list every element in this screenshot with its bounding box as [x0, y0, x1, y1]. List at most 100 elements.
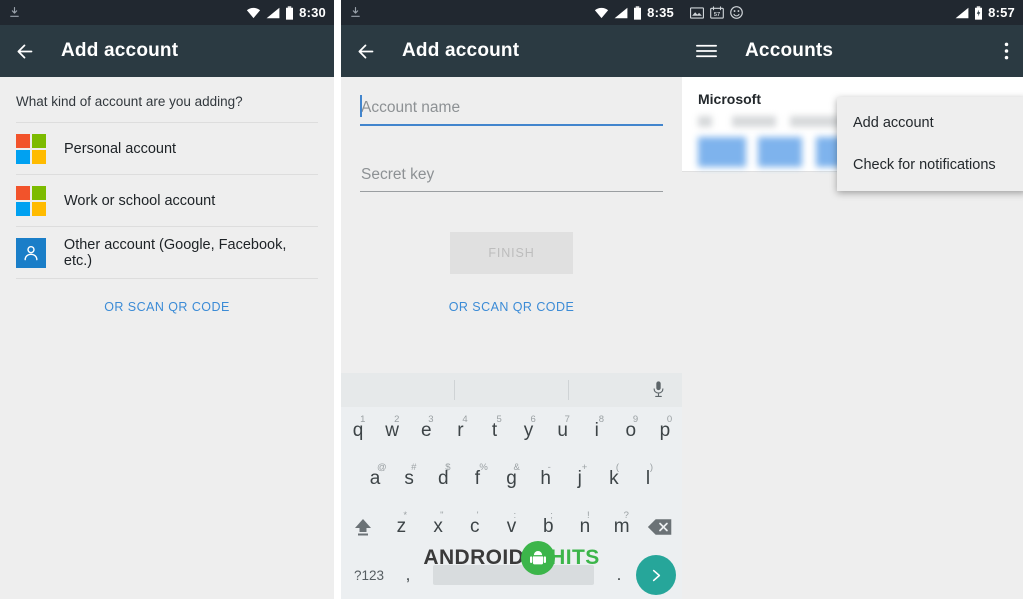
key-hint-j: +: [581, 462, 588, 473]
shift-key[interactable]: [343, 503, 383, 551]
space-key[interactable]: [433, 565, 594, 585]
person-icon: [16, 237, 46, 268]
face-icon: [730, 6, 743, 19]
key-j[interactable]: + j: [563, 455, 597, 503]
key-o[interactable]: 9o: [614, 407, 648, 455]
microsoft-logo-icon: [16, 133, 46, 164]
enter-key[interactable]: [636, 555, 676, 595]
back-arrow-icon[interactable]: [355, 41, 376, 62]
key-e[interactable]: 3e: [409, 407, 443, 455]
keyboard-row-4: ?123 , .: [341, 551, 682, 599]
key-f[interactable]: % f: [460, 455, 494, 503]
key-hint-p: 0: [666, 414, 673, 425]
list-item-label: Personal account: [64, 140, 177, 157]
key-hint-e: 3: [428, 414, 434, 425]
key-hint-d: $: [445, 462, 451, 473]
scan-qr-code-link-1[interactable]: OR SCAN QR CODE: [0, 279, 334, 314]
key-w[interactable]: 2w: [375, 407, 409, 455]
key-hint-o: 9: [632, 414, 639, 425]
list-item-work-school-account[interactable]: Work or school account: [0, 175, 334, 226]
key-m[interactable]: ? m: [603, 503, 640, 551]
key-t[interactable]: 5t: [477, 407, 511, 455]
battery-icon: [633, 5, 642, 20]
key-hint-v: :: [513, 510, 517, 521]
hamburger-icon[interactable]: [696, 42, 717, 60]
key-hint-m: ?: [623, 510, 629, 521]
panel-1-body: What kind of account are you adding? Per…: [0, 77, 334, 599]
battery-icon: [285, 5, 294, 20]
key-hint-a: @: [377, 462, 387, 473]
microphone-icon[interactable]: [651, 380, 666, 404]
key-hint-t: 5: [496, 414, 502, 425]
period-key[interactable]: .: [602, 565, 636, 585]
panel-accounts-list: 57 8:57 Accounts Microsoft Add account C…: [682, 0, 1023, 599]
secret-key-placeholder: Secret key: [361, 166, 435, 183]
key-d[interactable]: $ d: [426, 455, 460, 503]
key-c[interactable]: ' c: [456, 503, 493, 551]
key-hint-y: 6: [530, 414, 536, 425]
key-hint-r: 4: [462, 414, 468, 425]
signal-icon: [955, 7, 969, 19]
key-k[interactable]: (k: [597, 455, 631, 503]
key-q[interactable]: 1q: [341, 407, 375, 455]
panel-separator: [334, 0, 341, 599]
list-item-label: Other account (Google, Facebook, etc.): [63, 236, 287, 269]
secret-key-field[interactable]: Secret key: [360, 144, 663, 192]
symbols-key[interactable]: ?123: [347, 568, 391, 583]
key-a[interactable]: @ a: [358, 455, 392, 503]
menu-item-check-notifications[interactable]: Check for notifications: [837, 144, 1023, 186]
account-name-placeholder: Account name: [361, 99, 461, 116]
list-item-label: Work or school account: [64, 192, 216, 209]
comma-key[interactable]: ,: [391, 565, 425, 585]
key-x[interactable]: " x: [420, 503, 457, 551]
key-r[interactable]: 4r: [443, 407, 477, 455]
status-bar-1: 8:30: [0, 0, 334, 25]
account-name-field[interactable]: Account name: [360, 77, 663, 126]
list-item-personal-account[interactable]: Personal account: [0, 123, 334, 174]
wifi-icon: [246, 7, 261, 19]
menu-item-add-account[interactable]: Add account: [837, 102, 1023, 144]
keyboard-row-2: @ a # s $ d% f & g - h + j(k) l: [341, 455, 682, 503]
virtual-keyboard: 1q2w3e4r5t6y7u8i9o0p @ a # s $ d% f & g - h + j(k) l …: [341, 373, 682, 599]
signal-icon: [266, 7, 280, 19]
key-hint-g: &: [513, 462, 520, 473]
status-time-1: 8:30: [299, 5, 326, 20]
page-title-3: Accounts: [745, 40, 834, 61]
finish-button-container: FINISH: [341, 232, 682, 274]
back-arrow-icon[interactable]: [14, 41, 35, 62]
overflow-dropdown-menu: Add account Check for notifications: [837, 97, 1023, 191]
finish-button[interactable]: FINISH: [450, 232, 573, 274]
key-z[interactable]: * z: [383, 503, 420, 551]
panel-3-body: Microsoft Add account Check for notifica…: [682, 77, 1023, 599]
list-item-other-account[interactable]: Other account (Google, Facebook, etc.): [0, 227, 334, 278]
key-p[interactable]: 0p: [648, 407, 682, 455]
keyboard-row-3: * z " x ' c: v; b! n? m: [341, 503, 682, 551]
key-h[interactable]: -h: [529, 455, 563, 503]
key-v[interactable]: :v: [493, 503, 530, 551]
key-u[interactable]: 7u: [546, 407, 580, 455]
wifi-icon: [594, 7, 609, 19]
keyboard-row-1: 1q2w3e4r5t6y7u8i9o0p: [341, 407, 682, 455]
battery-charging-icon: [974, 5, 983, 20]
key-l[interactable]: ) l: [631, 455, 665, 503]
key-n[interactable]: ! n: [567, 503, 604, 551]
page-title-1: Add account: [61, 40, 179, 61]
overflow-menu-icon[interactable]: [1004, 41, 1009, 61]
download-icon: [8, 6, 21, 19]
key-hint-f: %: [479, 462, 488, 473]
toolbar-3: Accounts: [682, 25, 1023, 77]
key-s[interactable]: # s: [392, 455, 426, 503]
svg-text:57: 57: [714, 12, 720, 18]
key-y[interactable]: 6y: [512, 407, 546, 455]
key-hint-b: ;: [550, 510, 553, 521]
key-hint-l: ): [649, 462, 654, 473]
backspace-key[interactable]: [640, 503, 680, 551]
three-screenshot-collage: 8:30 Add account What kind of account ar…: [0, 0, 1024, 599]
microsoft-logo-icon: [16, 185, 46, 216]
suggestion-bar[interactable]: [341, 373, 682, 407]
page-title-2: Add account: [402, 40, 520, 61]
key-i[interactable]: 8i: [580, 407, 614, 455]
scan-qr-code-link-2[interactable]: OR SCAN QR CODE: [341, 300, 682, 314]
key-g[interactable]: & g: [494, 455, 528, 503]
key-b[interactable]: ; b: [530, 503, 567, 551]
